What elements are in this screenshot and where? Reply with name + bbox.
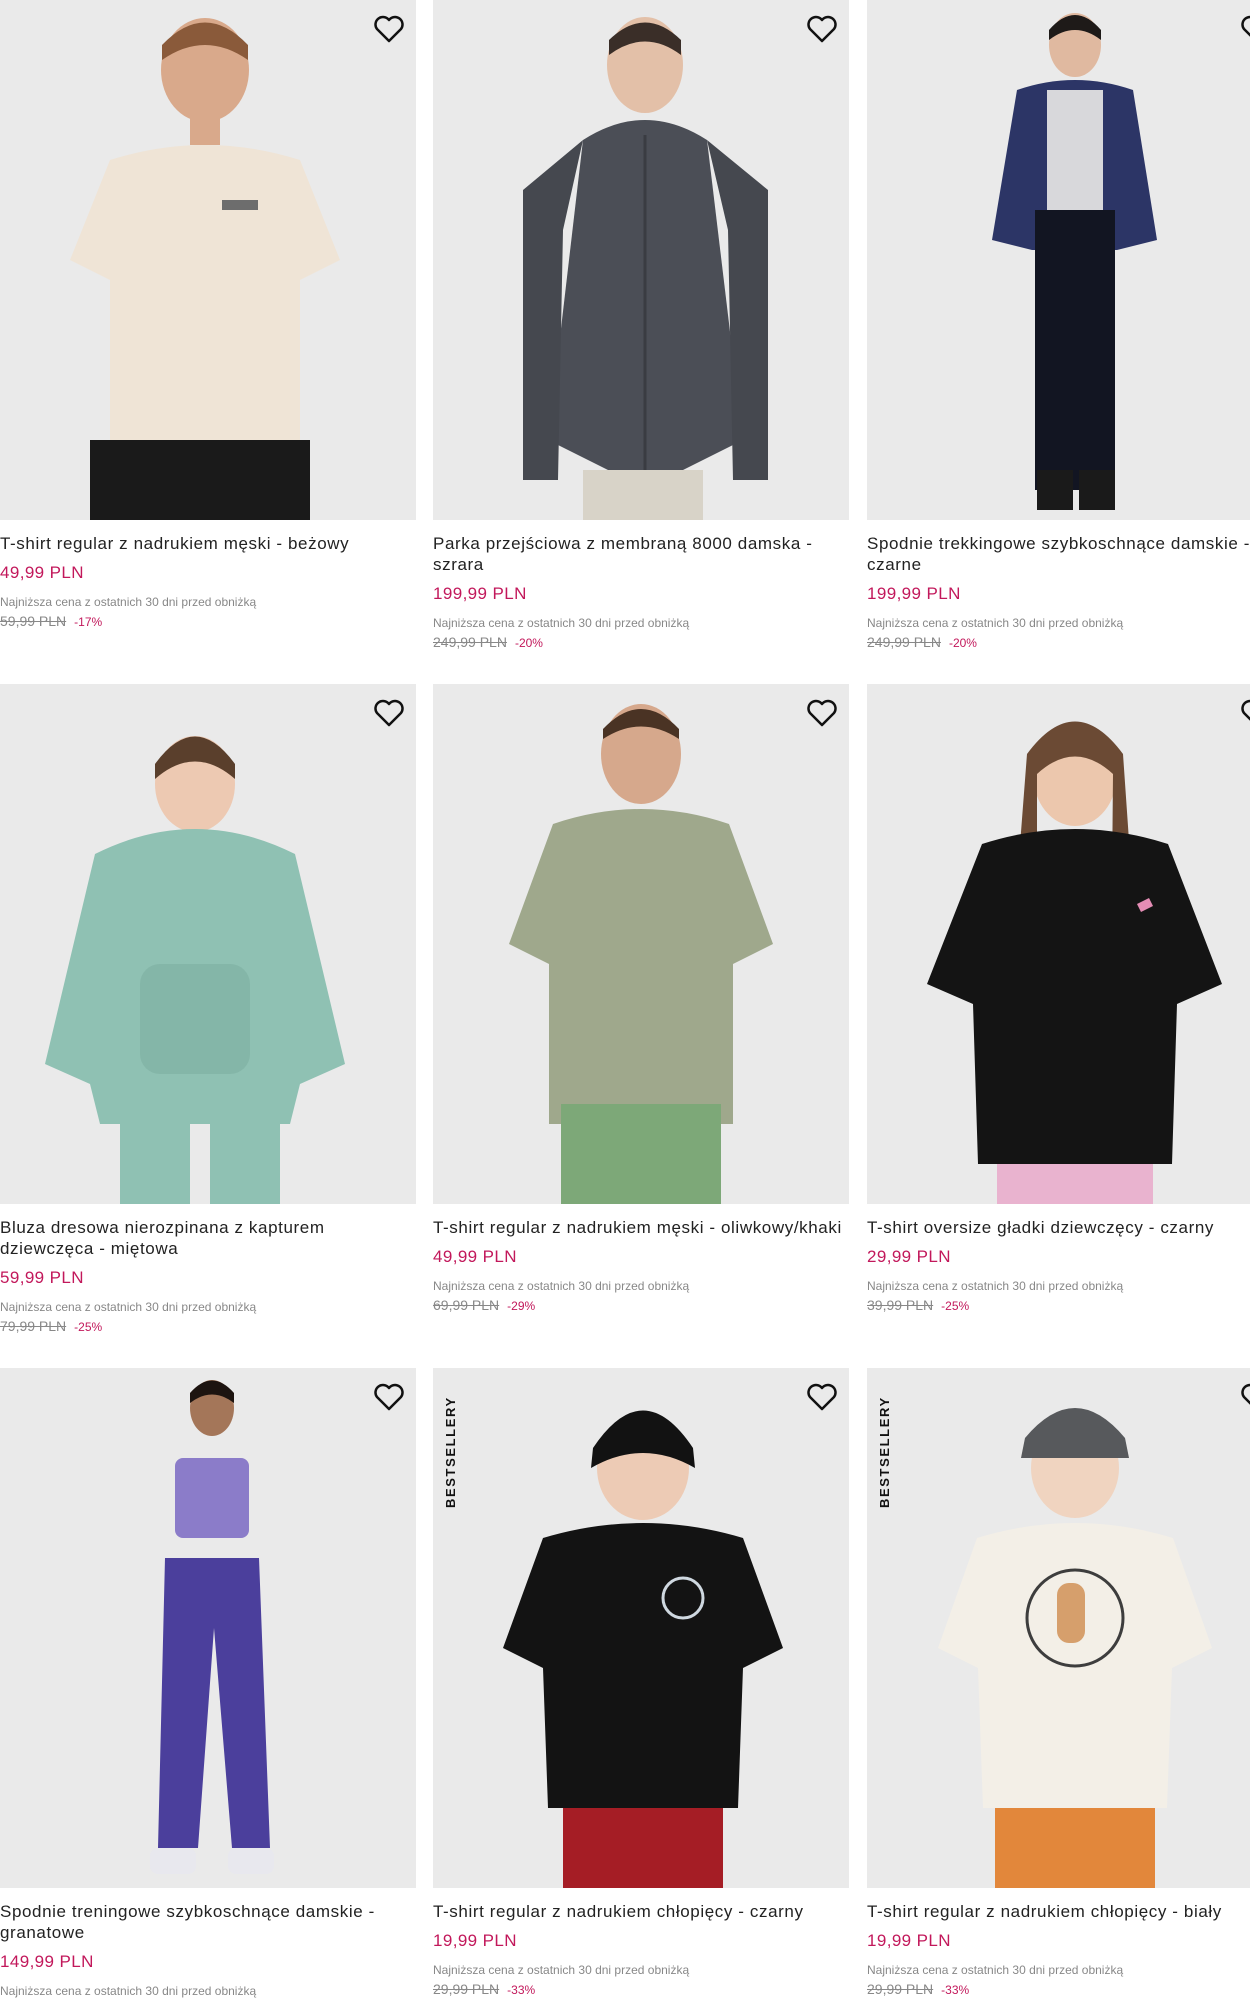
- product-price: 149,99 PLN: [0, 1952, 94, 1971]
- bestseller-badge: BESTSELLERY: [877, 1396, 892, 1508]
- product-price: 59,99 PLN: [0, 1268, 84, 1287]
- wishlist-button[interactable]: [370, 694, 408, 732]
- heart-icon: [807, 1383, 837, 1411]
- heart-icon: [374, 15, 404, 43]
- product-price: 49,99 PLN: [433, 1247, 517, 1266]
- lowest-price-note: Najniższa cena z ostatnich 30 dni przed …: [0, 595, 257, 609]
- model-photo: [509, 704, 773, 1204]
- old-price: 79,99 PLN: [0, 1318, 67, 1334]
- model-photo: [150, 1380, 274, 1874]
- heart-icon: [807, 699, 837, 727]
- product-grid: T-shirt regular z nadrukiem męski - beżo…: [0, 0, 1250, 2014]
- product-image[interactable]: BESTSELLERY: [867, 1368, 1250, 1888]
- old-price: 59,99 PLN: [0, 613, 67, 629]
- lowest-price-note: Najniższa cena z ostatnich 30 dni przed …: [867, 616, 1124, 630]
- discount-badge: -29%: [507, 1299, 536, 1313]
- model-photo: [70, 18, 340, 520]
- lowest-price-note: Najniższa cena z ostatnich 30 dni przed …: [433, 1963, 690, 1977]
- heart-icon: [374, 699, 404, 727]
- wishlist-button[interactable]: [803, 694, 841, 732]
- lowest-price-note: Najniższa cena z ostatnich 30 dni przed …: [433, 616, 690, 630]
- old-price: 29,99 PLN: [867, 1981, 934, 1997]
- wishlist-button[interactable]: [1237, 10, 1250, 48]
- discount-badge: -25%: [74, 1320, 103, 1334]
- model-photo: [503, 1410, 783, 1888]
- old-price: 29,99 PLN: [433, 1981, 500, 1997]
- product-image[interactable]: [867, 684, 1250, 1204]
- lowest-price-note: Najniższa cena z ostatnich 30 dni przed …: [0, 1300, 257, 1314]
- discount-badge: -17%: [74, 615, 103, 629]
- discount-badge: -20%: [948, 636, 977, 650]
- product-image[interactable]: [433, 0, 849, 520]
- wishlist-button[interactable]: [1237, 694, 1250, 732]
- wishlist-button[interactable]: [370, 10, 408, 48]
- product-image[interactable]: [0, 0, 416, 520]
- wishlist-button[interactable]: [803, 10, 841, 48]
- heart-icon: [1241, 1383, 1250, 1405]
- wishlist-button[interactable]: [370, 1378, 408, 1416]
- product-image[interactable]: [867, 0, 1250, 520]
- product-image[interactable]: [0, 1368, 416, 1888]
- product-title[interactable]: T-shirt regular z nadrukiem chłopięcy - …: [867, 1901, 1250, 1922]
- heart-icon: [807, 15, 837, 43]
- product-image[interactable]: BESTSELLERY: [433, 1368, 849, 1888]
- product-title[interactable]: Spodnie treningowe szybkoschnące damskie…: [0, 1901, 416, 1943]
- lowest-price-note: Najniższa cena z ostatnich 30 dni przed …: [867, 1963, 1124, 1977]
- old-price: 69,99 PLN: [433, 1297, 500, 1313]
- product-title[interactable]: Spodnie trekkingowe szybkoschnące damski…: [867, 533, 1250, 575]
- model-photo: [45, 736, 345, 1204]
- product-price: 19,99 PLN: [867, 1931, 951, 1950]
- product-price: 199,99 PLN: [867, 584, 961, 603]
- product-image[interactable]: [433, 684, 849, 1204]
- discount-badge: -25%: [941, 1299, 970, 1313]
- heart-icon: [1241, 699, 1250, 721]
- wishlist-button[interactable]: [1237, 1378, 1250, 1416]
- model-photo: [938, 1408, 1212, 1888]
- product-title[interactable]: T-shirt regular z nadrukiem męski - beżo…: [0, 533, 416, 554]
- model-photo: [523, 17, 768, 520]
- lowest-price-note: Najniższa cena z ostatnich 30 dni przed …: [433, 1279, 690, 1293]
- discount-badge: -33%: [941, 1983, 970, 1997]
- product-price: 29,99 PLN: [867, 1247, 951, 1266]
- discount-badge: -20%: [514, 636, 543, 650]
- old-price: 249,99 PLN: [433, 634, 507, 650]
- product-title[interactable]: Parka przejściowa z membraną 8000 damska…: [433, 533, 849, 575]
- product-title[interactable]: T-shirt regular z nadrukiem męski - oliw…: [433, 1217, 849, 1238]
- old-price: 39,99 PLN: [867, 1297, 934, 1313]
- lowest-price-note: Najniższa cena z ostatnich 30 dni przed …: [0, 1984, 257, 1998]
- heart-icon: [374, 1383, 404, 1411]
- product-image[interactable]: [0, 684, 416, 1204]
- product-price: 199,99 PLN: [433, 584, 527, 603]
- product-title[interactable]: Bluza dresowa nierozpinana z kapturem dz…: [0, 1217, 416, 1259]
- product-title[interactable]: T-shirt oversize gładki dziewczęcy - cza…: [867, 1217, 1250, 1238]
- model-photo: [927, 721, 1222, 1204]
- lowest-price-note: Najniższa cena z ostatnich 30 dni przed …: [867, 1279, 1124, 1293]
- model-photo: [992, 13, 1157, 510]
- old-price: 249,99 PLN: [867, 634, 941, 650]
- product-price: 19,99 PLN: [433, 1931, 517, 1950]
- wishlist-button[interactable]: [803, 1378, 841, 1416]
- bestseller-badge: BESTSELLERY: [443, 1396, 458, 1508]
- product-title[interactable]: T-shirt regular z nadrukiem chłopięcy - …: [433, 1901, 849, 1922]
- heart-icon: [1241, 15, 1250, 37]
- discount-badge: -33%: [507, 1983, 536, 1997]
- product-price: 49,99 PLN: [0, 563, 84, 582]
